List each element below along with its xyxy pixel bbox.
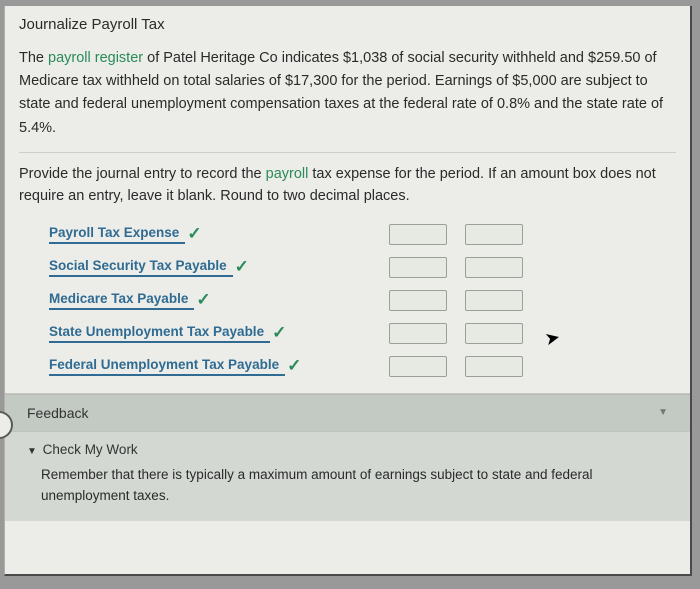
- account-dropdown[interactable]: Payroll Tax Expense: [49, 225, 185, 244]
- check-my-work-label: Check My Work: [43, 442, 138, 457]
- account-dropdown[interactable]: Federal Unemployment Tax Payable: [49, 357, 285, 376]
- hint-panel: ▼ Check My Work Remember that there is t…: [5, 431, 690, 521]
- check-my-work-toggle[interactable]: ▼ Check My Work: [27, 442, 668, 457]
- payroll-link[interactable]: payroll: [266, 166, 309, 182]
- account-dropdown[interactable]: State Unemployment Tax Payable: [49, 324, 270, 343]
- check-icon: ✓: [272, 324, 286, 341]
- account-dropdown[interactable]: Social Security Tax Payable: [49, 258, 233, 277]
- entry-row: Payroll Tax Expense ✓: [49, 218, 676, 251]
- credit-input[interactable]: [465, 290, 523, 311]
- check-icon: ✓: [287, 357, 301, 374]
- instructions-a: Provide the journal entry to record the: [19, 166, 266, 182]
- credit-input[interactable]: [465, 323, 523, 344]
- journal-entries: Payroll Tax Expense ✓ Social Security Ta…: [19, 218, 676, 383]
- account-dropdown[interactable]: Medicare Tax Payable: [49, 291, 194, 310]
- debit-input[interactable]: [389, 224, 447, 245]
- credit-input[interactable]: [465, 224, 523, 245]
- worksheet-page: Journalize Payroll Tax The payroll regis…: [4, 6, 692, 576]
- entry-row: Medicare Tax Payable ✓: [49, 284, 676, 317]
- debit-input[interactable]: [389, 356, 447, 377]
- credit-input[interactable]: [465, 257, 523, 278]
- feedback-label: Feedback: [27, 405, 88, 421]
- entry-row: Social Security Tax Payable ✓: [49, 251, 676, 284]
- entry-row: Federal Unemployment Tax Payable ✓: [49, 350, 676, 383]
- payroll-register-link[interactable]: payroll register: [48, 50, 143, 66]
- entry-row: State Unemployment Tax Payable ✓: [49, 317, 676, 350]
- chevron-down-icon: ▼: [658, 407, 668, 418]
- hint-text: Remember that there is typically a maxim…: [27, 465, 668, 507]
- credit-input[interactable]: [465, 356, 523, 377]
- debit-input[interactable]: [389, 257, 447, 278]
- debit-input[interactable]: [389, 323, 447, 344]
- problem-text-a: The: [19, 50, 48, 66]
- page-title: Journalize Payroll Tax: [19, 16, 676, 33]
- check-icon: ✓: [187, 225, 201, 242]
- feedback-bar[interactable]: Feedback ▼: [5, 394, 690, 431]
- problem-statement: The payroll register of Patel Heritage C…: [19, 47, 676, 140]
- check-icon: ✓: [235, 258, 249, 275]
- instructions: Provide the journal entry to record the …: [19, 152, 676, 208]
- triangle-down-icon: ▼: [27, 446, 37, 457]
- check-icon: ✓: [196, 291, 210, 308]
- debit-input[interactable]: [389, 290, 447, 311]
